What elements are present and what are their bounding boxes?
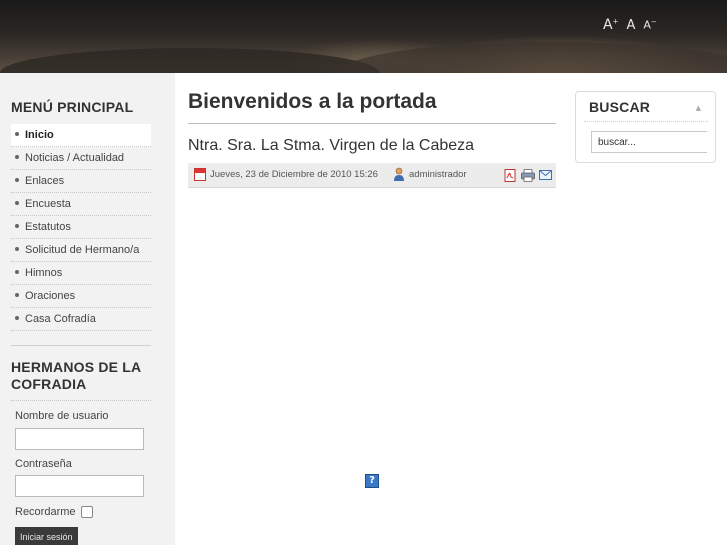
sidebar-divider	[11, 345, 151, 346]
search-input[interactable]	[591, 131, 707, 153]
left-sidebar: MENÚ PRINCIPAL Inicio Noticias / Actuali…	[0, 73, 175, 545]
menu-item-noticias[interactable]: Noticias / Actualidad	[11, 147, 151, 170]
menu-item-casa-cofradia[interactable]: Casa Cofradía	[11, 308, 151, 331]
article-meta-bar: Jueves, 23 de Diciembre de 2010 15:26 ad…	[188, 163, 556, 188]
main-menu-title: MENÚ PRINCIPAL	[11, 99, 134, 115]
page-title: Bienvenidos a la portada	[188, 90, 437, 113]
print-icon[interactable]	[521, 169, 535, 182]
calendar-icon	[194, 168, 206, 181]
remember-me-label: Recordarme	[15, 506, 76, 518]
user-icon	[394, 167, 404, 181]
menu-item-solicitud[interactable]: Solicitud de Hermano/a	[11, 239, 151, 262]
pdf-icon[interactable]	[504, 169, 516, 182]
password-label: Contraseña	[15, 458, 72, 470]
username-field[interactable]	[15, 428, 144, 450]
banner-hill-left	[0, 48, 380, 73]
article-author: administrador	[409, 169, 467, 180]
header-banner: A+ A A−	[0, 0, 727, 73]
menu-item-himnos[interactable]: Himnos	[11, 262, 151, 285]
menu-item-inicio[interactable]: Inicio	[11, 124, 151, 147]
login-title-divider	[11, 400, 151, 401]
search-module: BUSCAR ▲	[575, 91, 716, 163]
remember-me-checkbox[interactable]	[80, 506, 93, 518]
search-title-rule	[584, 121, 708, 122]
font-decrease-button[interactable]: A−	[643, 18, 656, 32]
font-increase-button[interactable]: A+	[603, 17, 618, 33]
search-title: BUSCAR	[589, 99, 651, 115]
username-label: Nombre de usuario	[15, 410, 109, 422]
article-title[interactable]: Ntra. Sra. La Stma. Virgen de la Cabeza	[188, 137, 474, 155]
email-icon[interactable]	[539, 170, 552, 180]
main-menu: Inicio Noticias / Actualidad Enlaces Enc…	[11, 124, 151, 331]
password-field[interactable]	[15, 475, 144, 497]
font-size-controls: A+ A A−	[603, 17, 657, 33]
menu-item-oraciones[interactable]: Oraciones	[11, 285, 151, 308]
login-button[interactable]: Iniciar sesión	[15, 527, 78, 545]
page-title-rule	[188, 123, 556, 124]
article-date: Jueves, 23 de Diciembre de 2010 15:26	[210, 169, 378, 180]
help-icon[interactable]: ?	[365, 474, 379, 488]
font-reset-button[interactable]: A	[626, 18, 635, 33]
menu-item-encuesta[interactable]: Encuesta	[11, 193, 151, 216]
menu-item-estatutos[interactable]: Estatutos	[11, 216, 151, 239]
banner-hill-right	[340, 42, 727, 73]
menu-item-enlaces[interactable]: Enlaces	[11, 170, 151, 193]
collapse-arrow-icon[interactable]: ▲	[696, 104, 701, 112]
login-module-title: HERMANOS DE LA COFRADIA	[11, 359, 141, 392]
remember-me-row: Recordarme	[15, 506, 93, 518]
